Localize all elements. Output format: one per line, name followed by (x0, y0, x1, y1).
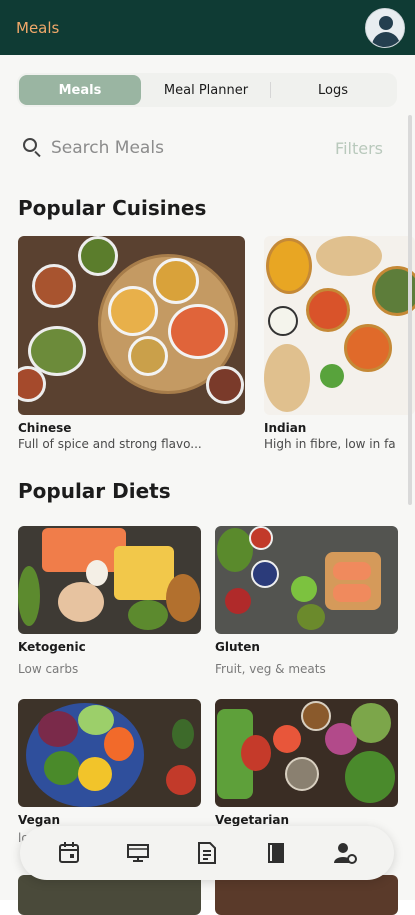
cuisine-name: Chinese (18, 421, 72, 435)
avatar-head (379, 15, 393, 30)
filters-button[interactable]: Filters (335, 139, 383, 158)
chinese-food-image (18, 236, 245, 415)
app-title: Meals (16, 18, 60, 37)
diet-card-partial-right[interactable] (215, 875, 398, 915)
diet-name: Vegetarian (215, 813, 290, 827)
diet-food-image (18, 875, 201, 915)
diet-card-partial-left[interactable] (18, 875, 201, 915)
book-icon[interactable] (263, 840, 289, 866)
cuisine-card-chinese[interactable]: Chinese Full of spice and strong flavo..… (18, 236, 245, 451)
user-settings-icon[interactable] (332, 840, 358, 866)
scrollbar[interactable] (408, 115, 412, 505)
gluten-food-image (215, 526, 398, 634)
tab-meal-planner[interactable]: Meal Planner (141, 75, 271, 105)
avatar[interactable] (365, 7, 405, 48)
calendar-icon[interactable] (56, 840, 82, 866)
diet-card-ketogenic[interactable]: Ketogenic Low carbs (18, 526, 201, 676)
app-bar: Meals (0, 0, 415, 55)
search-icon (23, 138, 43, 158)
popular-cuisines-title: Popular Cuisines (18, 196, 207, 220)
diet-food-image (215, 875, 398, 915)
cuisine-name: Indian (264, 421, 307, 435)
diet-name: Vegan (18, 813, 60, 827)
tab-bar: Meals Meal Planner Logs (17, 73, 397, 107)
popular-diets-title: Popular Diets (18, 479, 171, 503)
search-bar[interactable]: Search Meals Filters (17, 131, 397, 165)
ketogenic-food-image (18, 526, 201, 634)
diet-card-vegetarian[interactable]: Vegetarian (215, 699, 398, 827)
tab-logs[interactable]: Logs (271, 75, 395, 105)
cuisine-desc: Full of spice and strong flavo... (18, 437, 202, 451)
diet-desc: Fruit, veg & meats (215, 662, 326, 676)
monitor-icon[interactable] (125, 840, 151, 866)
cuisine-card-indian[interactable]: Indian High in fibre, low in fa (264, 236, 415, 451)
diet-card-gluten[interactable]: Gluten Fruit, veg & meats (215, 526, 398, 676)
diet-card-vegan[interactable]: Vegan lo (18, 699, 201, 845)
document-icon[interactable] (194, 840, 220, 866)
cuisine-desc: High in fibre, low in fa (264, 437, 396, 451)
tab-meals[interactable]: Meals (19, 75, 141, 105)
vegan-food-image (18, 699, 201, 807)
diet-name: Gluten (215, 640, 260, 654)
vegetarian-food-image (215, 699, 398, 807)
bottom-nav (20, 826, 394, 880)
indian-food-image (264, 236, 415, 415)
content-sheet: Meals Meal Planner Logs Search Meals Fil… (0, 55, 415, 915)
avatar-body (372, 31, 400, 47)
search-input[interactable]: Search Meals (51, 138, 335, 158)
diet-desc: Low carbs (18, 662, 79, 676)
diet-name: Ketogenic (18, 640, 86, 654)
